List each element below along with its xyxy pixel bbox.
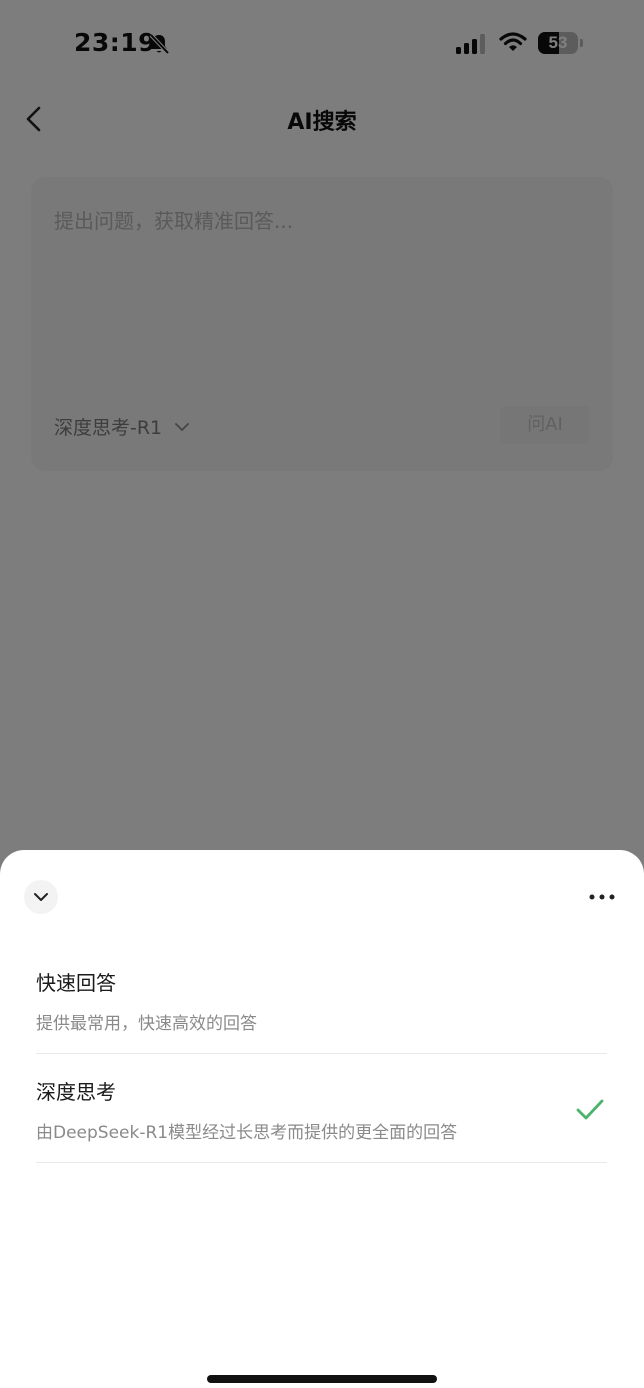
more-options-button[interactable] — [584, 886, 620, 908]
option-quick-answer[interactable]: 快速回答 提供最常用，快速高效的回答 — [36, 945, 607, 1054]
chevron-down-icon — [34, 893, 48, 901]
more-horizontal-icon — [589, 894, 615, 900]
option-description: 由DeepSeek-R1模型经过长思考而提供的更全面的回答 — [36, 1123, 458, 1143]
checkmark-icon — [575, 1098, 605, 1126]
option-description: 提供最常用，快速高效的回答 — [36, 1014, 257, 1034]
option-deep-thinking[interactable]: 深度思考 由DeepSeek-R1模型经过长思考而提供的更全面的回答 — [36, 1054, 607, 1163]
home-indicator[interactable] — [207, 1375, 437, 1383]
collapse-sheet-button[interactable] — [24, 880, 58, 914]
model-picker-sheet: 快速回答 提供最常用，快速高效的回答 深度思考 由DeepSeek-R1模型经过… — [0, 850, 644, 1388]
option-title: 快速回答 — [36, 971, 116, 995]
option-title: 深度思考 — [36, 1080, 116, 1104]
